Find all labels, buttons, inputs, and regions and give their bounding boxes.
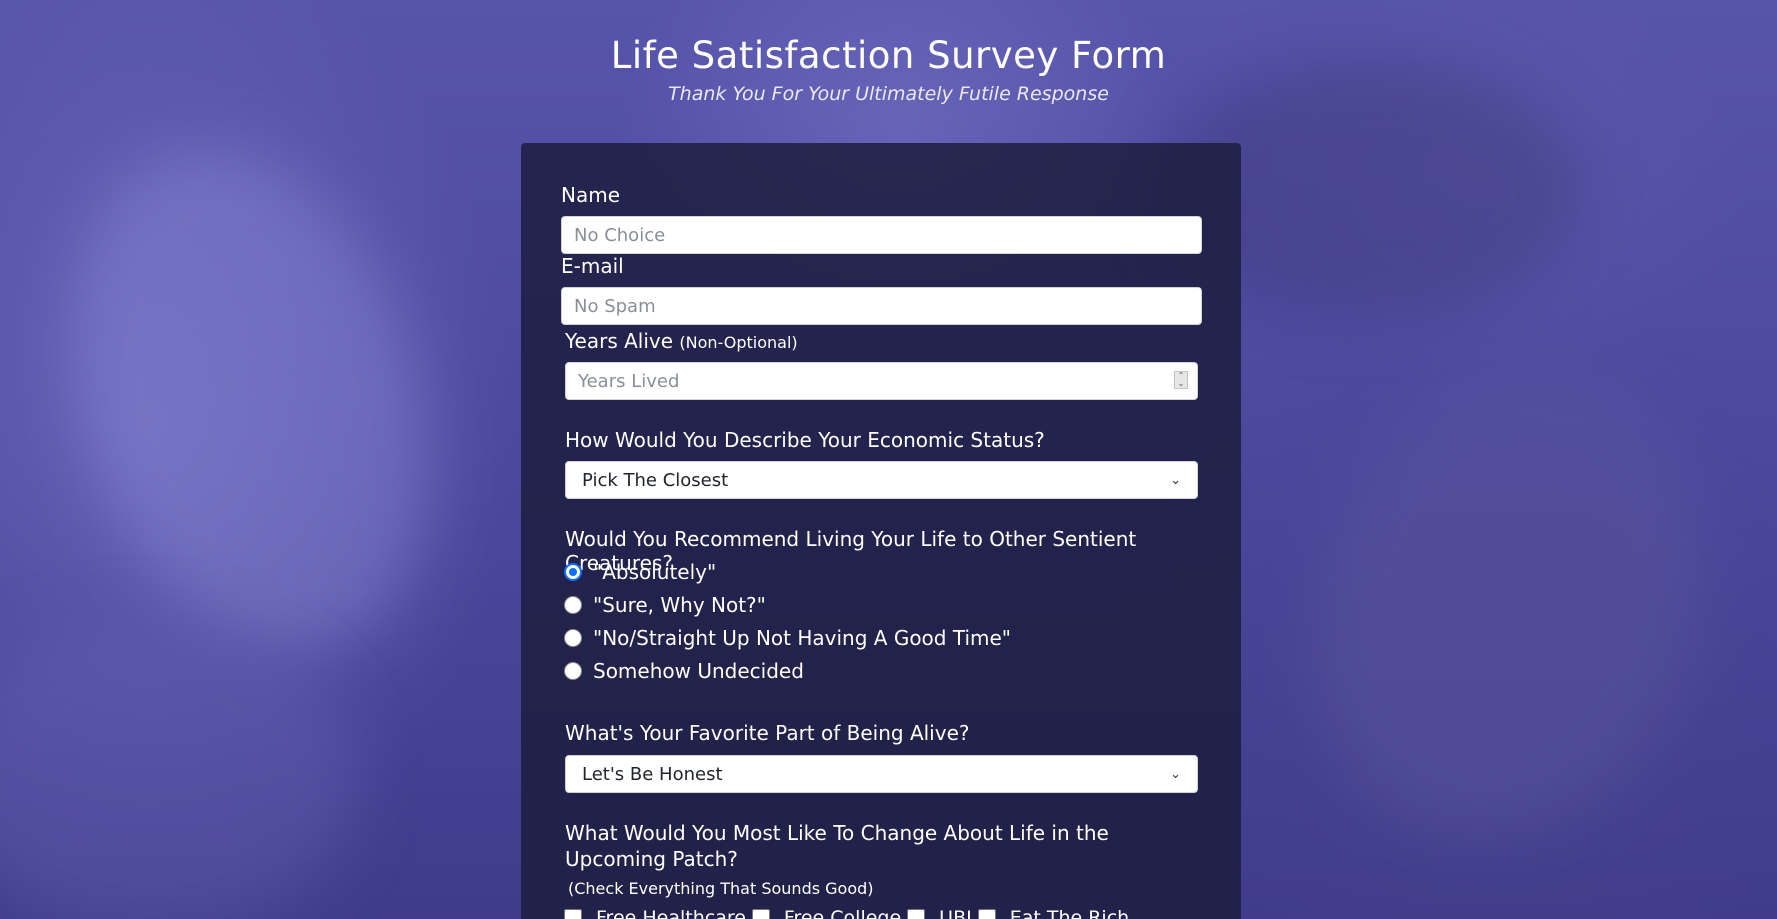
chevron-down-icon: ⌄ bbox=[1170, 472, 1181, 488]
checkbox-label: Free Healthcare bbox=[596, 907, 746, 919]
name-label: Name bbox=[561, 183, 621, 207]
years-field: ⌃⌄ bbox=[565, 362, 1198, 400]
radio-option-no[interactable]: "No/Straight Up Not Having A Good Time" bbox=[564, 626, 1011, 650]
radio-button[interactable] bbox=[564, 596, 582, 614]
checkbox[interactable] bbox=[977, 909, 996, 919]
radio-label: Somehow Undecided bbox=[593, 659, 804, 683]
change-label: What Would You Most Like To Change About… bbox=[565, 821, 1109, 871]
checkbox-label: UBI bbox=[939, 907, 972, 919]
radio-option-sure[interactable]: "Sure, Why Not?" bbox=[564, 593, 766, 617]
years-label-note: (Non-Optional) bbox=[679, 333, 798, 352]
background-blur-shape bbox=[7, 100, 493, 700]
radio-option-undecided[interactable]: Somehow Undecided bbox=[564, 659, 804, 683]
background-blur-shape bbox=[1249, 309, 1771, 891]
change-note: (Check Everything That Sounds Good) bbox=[568, 879, 874, 898]
number-spinner-icon[interactable]: ⌃ ⌄ bbox=[1174, 371, 1188, 389]
radio-button[interactable] bbox=[564, 563, 582, 581]
radio-label: "No/Straight Up Not Having A Good Time" bbox=[593, 626, 1011, 650]
years-label-text: Years Alive bbox=[565, 329, 674, 353]
chevron-down-icon: ⌄ bbox=[1170, 766, 1181, 782]
checkbox[interactable] bbox=[907, 909, 926, 919]
email-label: E-mail bbox=[561, 254, 624, 278]
radio-label: "Absolutely" bbox=[593, 560, 717, 584]
checkbox[interactable] bbox=[751, 909, 770, 919]
background-blur-shape bbox=[0, 620, 360, 919]
favorite-select-value: Let's Be Honest bbox=[582, 763, 723, 785]
radio-button[interactable] bbox=[564, 629, 582, 647]
page-title: Life Satisfaction Survey Form bbox=[610, 34, 1167, 77]
economic-select-value: Pick The Closest bbox=[582, 469, 729, 491]
radio-label: "Sure, Why Not?" bbox=[593, 593, 766, 617]
name-input[interactable] bbox=[561, 216, 1202, 254]
economic-label: How Would You Describe Your Economic Sta… bbox=[565, 428, 1045, 452]
years-label: Years Alive (Non-Optional) bbox=[565, 329, 798, 353]
favorite-label: What's Your Favorite Part of Being Alive… bbox=[565, 721, 970, 745]
checkbox-label: Eat The Rich bbox=[1009, 907, 1130, 919]
favorite-select[interactable]: Let's Be Honest ⌄ bbox=[565, 755, 1198, 793]
survey-form: Name E-mail Years Alive (Non-Optional) ⌃… bbox=[521, 143, 1241, 919]
economic-select[interactable]: Pick The Closest ⌄ bbox=[565, 461, 1198, 499]
page-subtitle: Thank You For Your Ultimately Futile Res… bbox=[668, 83, 1109, 105]
years-input[interactable] bbox=[565, 362, 1198, 400]
email-input[interactable] bbox=[561, 287, 1202, 325]
checkbox[interactable] bbox=[564, 909, 582, 919]
change-checkbox-group: Free Healthcare Free College UBI Eat The… bbox=[564, 907, 1135, 919]
radio-button[interactable] bbox=[564, 662, 582, 680]
radio-option-absolutely[interactable]: "Absolutely" bbox=[564, 560, 716, 584]
checkbox-label: Free College bbox=[783, 907, 902, 919]
page-header: Life Satisfaction Survey Form Thank You … bbox=[0, 34, 1777, 105]
